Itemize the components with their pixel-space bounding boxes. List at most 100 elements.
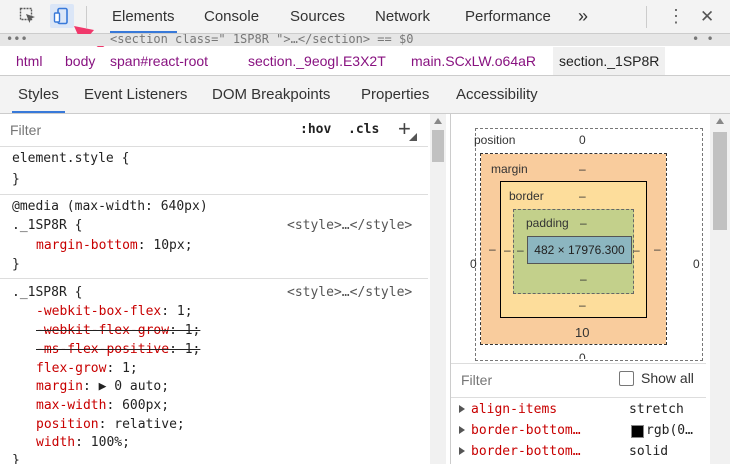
css-property-name: flex-grow bbox=[36, 361, 107, 376]
padding-bottom-value[interactable]: – bbox=[580, 272, 587, 286]
css-property[interactable]: position: relative; bbox=[36, 417, 185, 432]
tab-console[interactable]: Console bbox=[204, 0, 259, 33]
css-property-name: -webkit-flex-grow bbox=[36, 323, 170, 338]
rule-selector[interactable]: ._1SP8R { bbox=[12, 285, 82, 300]
computed-property-value: stretch bbox=[629, 402, 684, 417]
padding-left-value[interactable]: – bbox=[517, 243, 524, 257]
tab-event-listeners[interactable]: Event Listeners bbox=[84, 76, 187, 113]
scroll-up-arrow-icon[interactable] bbox=[716, 118, 724, 124]
computed-property-name: border-bottom… bbox=[471, 444, 581, 459]
element-style-selector[interactable]: element.style { bbox=[12, 151, 129, 166]
margin-label: margin bbox=[491, 162, 528, 176]
css-property-value: : ▶ 0 auto; bbox=[82, 379, 170, 394]
padding-top-value[interactable]: – bbox=[580, 216, 587, 230]
hov-button[interactable]: :hov bbox=[300, 122, 331, 137]
computed-property-name: border-bottom… bbox=[471, 423, 581, 438]
css-property-value: : relative; bbox=[98, 417, 185, 432]
css-property[interactable]: flex-grow: 1; bbox=[36, 361, 138, 376]
breadcrumb-item[interactable]: body bbox=[65, 47, 95, 75]
border-bottom-value[interactable]: – bbox=[579, 298, 586, 312]
computed-pane: position 0 margin – 10 – – border – – – … bbox=[450, 114, 730, 464]
tab-dom-breakpoints[interactable]: DOM Breakpoints bbox=[212, 76, 330, 113]
cls-button[interactable]: .cls bbox=[348, 122, 379, 137]
breadcrumb-item[interactable]: section._9eogI.E3X2T bbox=[248, 47, 386, 75]
css-property-overridden[interactable]: -webkit-flex-grow: 1; bbox=[36, 323, 200, 338]
tab-network[interactable]: Network bbox=[375, 0, 430, 33]
breadcrumb-item[interactable]: main.SCxLW.o64aR bbox=[411, 47, 536, 75]
expand-triangle-icon[interactable] bbox=[459, 405, 465, 413]
css-property[interactable]: margin: ▶ 0 auto; bbox=[36, 379, 169, 394]
breadcrumb: html body span#react-root section._9eogI… bbox=[0, 47, 730, 76]
css-property-value: : 1; bbox=[169, 342, 201, 357]
tab-sources[interactable]: Sources bbox=[290, 0, 345, 33]
tab-styles[interactable]: Styles bbox=[12, 76, 65, 113]
rule-divider bbox=[0, 278, 428, 279]
corner-triangle-icon bbox=[409, 133, 417, 141]
styles-filter-input[interactable] bbox=[8, 119, 282, 141]
show-all-label[interactable]: Show all bbox=[641, 370, 694, 386]
tab-accessibility[interactable]: Accessibility bbox=[456, 76, 538, 113]
styles-pane: :hov .cls + element.style { } @media (ma… bbox=[0, 114, 428, 464]
css-property[interactable]: margin-bottom: 10px; bbox=[36, 238, 193, 253]
css-property-name: -ms-flex-positive bbox=[36, 342, 170, 357]
scroll-up-arrow-icon[interactable] bbox=[434, 118, 442, 124]
computed-filter-input[interactable] bbox=[459, 369, 613, 391]
computed-row[interactable]: border-bottom… rgb(0… bbox=[451, 421, 706, 442]
rule-origin-link[interactable]: <style>…</style> bbox=[287, 218, 412, 233]
more-tabs-button[interactable]: » bbox=[578, 0, 588, 33]
css-property[interactable]: -webkit-box-flex: 1; bbox=[36, 304, 193, 319]
margin-top-value[interactable]: – bbox=[579, 162, 586, 176]
margin-left-value[interactable]: – bbox=[489, 242, 496, 256]
close-devtools-button[interactable]: ✕ bbox=[700, 0, 714, 33]
padding-label: padding bbox=[526, 216, 569, 230]
rule-origin-link[interactable]: <style>…</style> bbox=[287, 285, 412, 300]
breadcrumb-item[interactable]: span#react-root bbox=[110, 47, 208, 75]
computed-scrollbar-thumb[interactable] bbox=[713, 132, 727, 230]
css-property[interactable]: max-width: 600px; bbox=[36, 398, 169, 413]
styles-scrollbar-thumb[interactable] bbox=[432, 130, 444, 162]
box-model-margin[interactable]: margin – 10 – – border – – – – padding –… bbox=[480, 153, 667, 345]
expand-triangle-icon[interactable] bbox=[459, 447, 465, 455]
computed-scrollbar[interactable] bbox=[710, 114, 730, 464]
expand-triangle-icon[interactable] bbox=[459, 426, 465, 434]
selected-node-markup: <section class=" 1SP8R ">…</section> == … bbox=[110, 34, 414, 46]
color-swatch[interactable] bbox=[631, 425, 644, 438]
margin-bottom-value[interactable]: 10 bbox=[575, 325, 589, 340]
box-model-position[interactable]: position 0 margin – 10 – – border – – – … bbox=[470, 128, 703, 361]
tab-properties[interactable]: Properties bbox=[361, 76, 429, 113]
box-model-content[interactable]: 482 × 17976.300 bbox=[527, 236, 632, 264]
border-left-value[interactable]: – bbox=[504, 243, 511, 257]
breadcrumb-item[interactable]: html bbox=[16, 47, 42, 75]
menu-button[interactable]: ⋮ bbox=[667, 0, 685, 33]
show-all-checkbox[interactable] bbox=[619, 371, 634, 386]
border-top-value[interactable]: – bbox=[579, 189, 586, 203]
box-model-border[interactable]: border – – – – padding – – – – 482 × 179… bbox=[500, 181, 647, 318]
position-left-value[interactable]: 0 bbox=[470, 257, 477, 271]
computed-row[interactable]: border-bottom… solid bbox=[451, 442, 706, 463]
rule-close-brace: } bbox=[12, 172, 20, 187]
box-model-padding[interactable]: padding – – – – 482 × 17976.300 bbox=[513, 209, 634, 294]
rule-selector[interactable]: ._1SP8R { bbox=[12, 218, 82, 233]
source-line-dots: ••• bbox=[6, 34, 28, 46]
tab-performance[interactable]: Performance bbox=[465, 0, 551, 33]
css-property-name: margin-bottom bbox=[36, 238, 138, 253]
position-right-value[interactable]: 0 bbox=[693, 257, 700, 271]
position-bottom-value[interactable]: 0 bbox=[579, 353, 586, 359]
selected-node-line[interactable]: ••• <section class=" 1SP8R ">…</section>… bbox=[0, 34, 730, 46]
computed-property-name: align-items bbox=[471, 402, 558, 417]
breadcrumb-item-current[interactable]: section._1SP8R bbox=[553, 47, 666, 75]
css-property[interactable]: width: 100%; bbox=[36, 435, 130, 450]
border-label: border bbox=[509, 189, 544, 203]
computed-property-value: solid bbox=[629, 444, 669, 459]
css-property-overridden[interactable]: -ms-flex-positive: 1; bbox=[36, 342, 200, 357]
css-property-value: : 600px; bbox=[106, 398, 170, 413]
source-line-dots: • • bbox=[692, 34, 714, 46]
position-top-value[interactable]: 0 bbox=[579, 133, 586, 147]
styles-scrollbar[interactable] bbox=[430, 114, 446, 464]
margin-right-value[interactable]: – bbox=[654, 242, 661, 256]
sidebar-tabs: Styles Event Listeners DOM Breakpoints P… bbox=[0, 76, 730, 114]
border-right-value[interactable]: – bbox=[633, 243, 640, 257]
css-property-name: margin bbox=[36, 379, 83, 394]
computed-row[interactable]: align-items stretch bbox=[451, 400, 706, 421]
inspect-icon[interactable] bbox=[16, 4, 40, 28]
